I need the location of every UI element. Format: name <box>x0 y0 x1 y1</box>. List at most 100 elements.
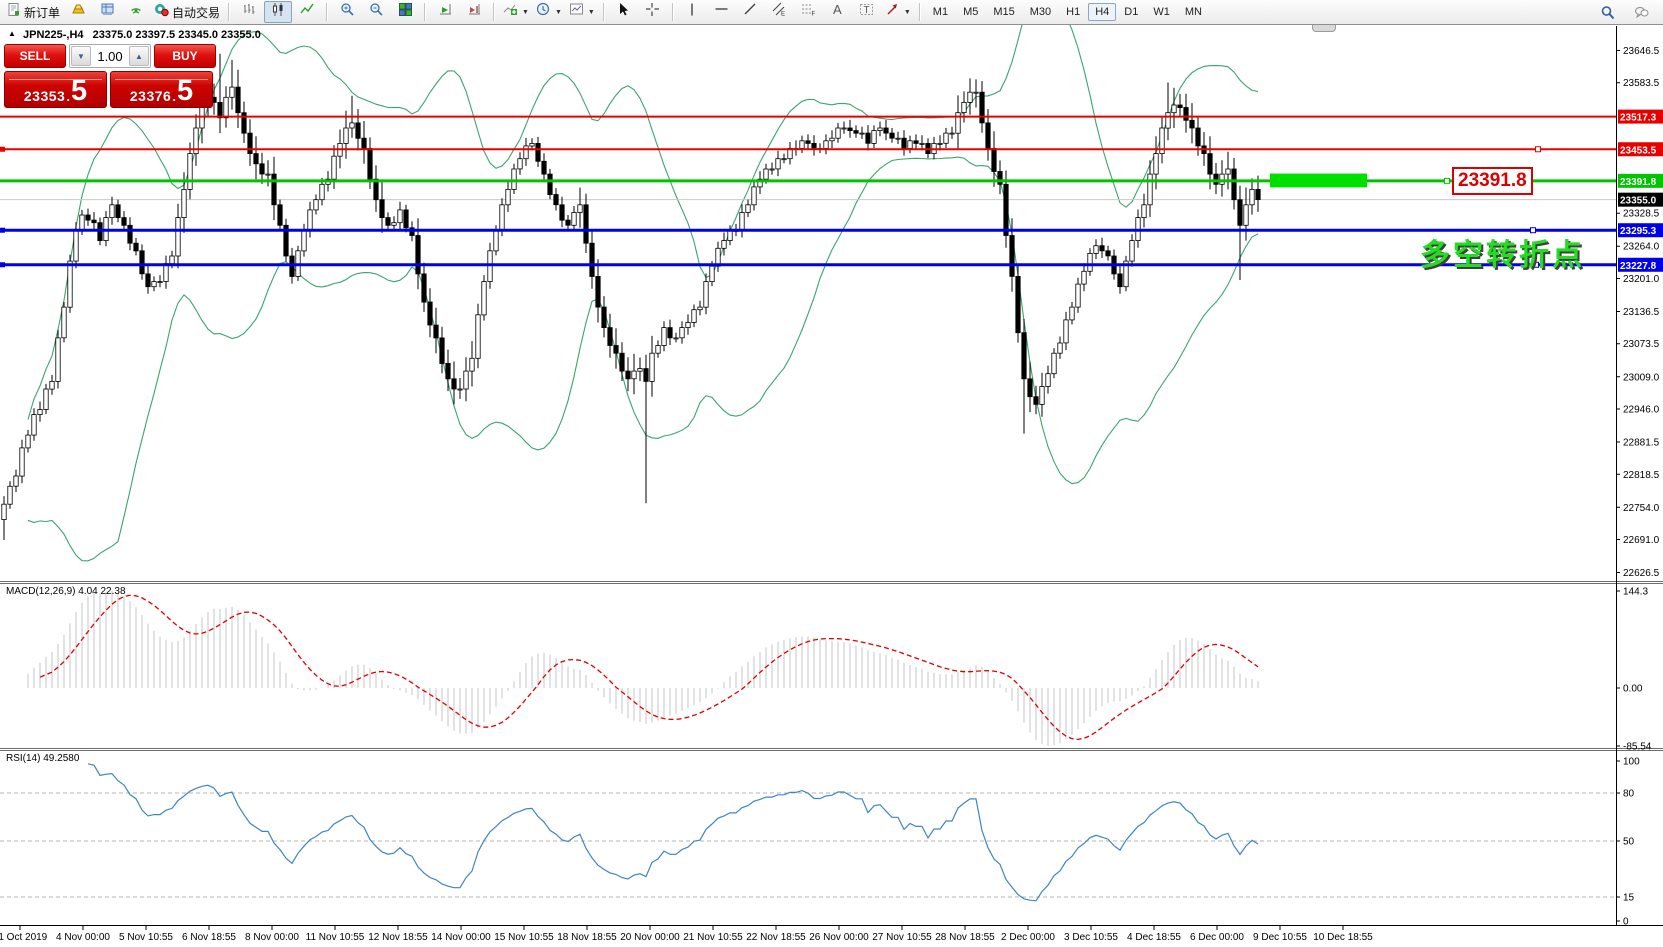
toolbar-separator <box>603 3 605 21</box>
fibonacci-button[interactable]: F <box>795 1 823 23</box>
ask-price-box[interactable]: 23376 . 5 <box>110 71 213 108</box>
signal-button[interactable] <box>122 1 150 23</box>
market-watch-button[interactable] <box>93 1 121 23</box>
crosshair-button[interactable] <box>639 1 667 23</box>
svg-text:23355.0: 23355.0 <box>1620 196 1657 207</box>
dropdown-caret-icon: ▼ <box>522 9 529 16</box>
chart-canvas[interactable]: 23646.523583.523328.523264.023201.023136… <box>0 0 1663 947</box>
svg-text:23517.3: 23517.3 <box>1620 113 1657 124</box>
svg-text:2 Dec 00:00: 2 Dec 00:00 <box>1001 932 1055 943</box>
buy-button[interactable]: BUY <box>154 44 216 68</box>
svg-text:E: E <box>781 12 785 18</box>
line-chart-icon <box>300 2 315 22</box>
signal-icon <box>129 2 144 22</box>
dropdown-caret-icon: ▼ <box>588 9 595 16</box>
volume-value[interactable]: 1.00 <box>92 45 128 67</box>
svg-text:22946.0: 22946.0 <box>1623 405 1660 416</box>
timeframe-mn[interactable]: MN <box>1178 3 1209 21</box>
tile-windows-icon <box>398 2 413 22</box>
svg-text:23009.0: 23009.0 <box>1623 372 1660 383</box>
gold-bar-button[interactable] <box>64 1 92 23</box>
timeframe-w1[interactable]: W1 <box>1146 3 1177 21</box>
svg-text:80: 80 <box>1623 789 1635 800</box>
svg-text:31 Oct 2019: 31 Oct 2019 <box>0 932 48 943</box>
tile-windows-button[interactable] <box>391 1 419 23</box>
chart-shift-button[interactable] <box>460 1 488 23</box>
toolbar-separator <box>493 3 495 21</box>
new-order-button[interactable]: 新订单 <box>3 1 63 23</box>
timeframe-m15[interactable]: M15 <box>986 3 1021 21</box>
timeframe-h1[interactable]: H1 <box>1059 3 1087 21</box>
svg-text:23646.5: 23646.5 <box>1623 46 1660 57</box>
svg-text:F: F <box>812 12 816 18</box>
svg-text:23264.0: 23264.0 <box>1623 242 1660 253</box>
timeframe-h4[interactable]: H4 <box>1088 3 1116 21</box>
turning-point-note[interactable]: 多空转折点 <box>1420 230 1585 274</box>
auto-scroll-icon <box>438 2 453 22</box>
timeframe-m1[interactable]: M1 <box>926 3 955 21</box>
indicators-icon <box>503 2 518 22</box>
ohlc-values: 23375.0 23397.5 23345.0 23355.0 <box>93 29 261 41</box>
svg-text:21 Nov 10:55: 21 Nov 10:55 <box>683 932 743 943</box>
fibonacci-icon: F <box>801 2 816 22</box>
svg-text:T: T <box>864 5 870 16</box>
collapse-arrow-icon[interactable]: ▲ <box>8 29 16 38</box>
volume-decrease-button[interactable]: ▼ <box>71 46 91 66</box>
toolbar-right-group <box>1593 1 1655 23</box>
price-tag-label[interactable]: 23391.8 <box>1452 167 1533 195</box>
gold-bar-icon <box>71 2 86 22</box>
svg-text:23453.5: 23453.5 <box>1620 145 1657 156</box>
vertical-line-button[interactable] <box>679 1 707 23</box>
svg-text:4 Nov 00:00: 4 Nov 00:00 <box>56 932 110 943</box>
timeframe-d1[interactable]: D1 <box>1117 3 1145 21</box>
svg-text:23583.5: 23583.5 <box>1623 78 1660 89</box>
main-toolbar: 新订单 自动交易 ▼ ▼ ▼ E F A T ▼ M1M5M15M30H1H4D1W1MN <box>0 0 1663 25</box>
svg-text:0: 0 <box>1623 917 1629 928</box>
svg-text:23227.8: 23227.8 <box>1620 261 1657 272</box>
horizontal-line-icon <box>714 2 729 22</box>
toolbar-button-label: 自动交易 <box>172 4 220 21</box>
text-label-icon: T <box>859 2 874 22</box>
trendline-button[interactable] <box>737 1 765 23</box>
indicators-button[interactable]: ▼ <box>500 1 532 23</box>
svg-text:10 Dec 18:55: 10 Dec 18:55 <box>1313 932 1373 943</box>
autotrade-button[interactable]: 自动交易 <box>151 1 223 23</box>
candlestick-icon <box>271 2 286 22</box>
cursor-icon <box>616 2 631 22</box>
dropdown-caret-icon: ▼ <box>904 9 911 16</box>
search-button[interactable] <box>1593 1 1621 23</box>
periods-button[interactable]: ▼ <box>533 1 565 23</box>
chart-header: ▲ JPN225-,H4 23375.0 23397.5 23345.0 233… <box>8 29 261 41</box>
bid-price-box[interactable]: 23353 . 5 <box>4 71 107 108</box>
chat-button[interactable] <box>1627 1 1655 23</box>
chart-shift-icon <box>467 2 482 22</box>
text-label-button[interactable]: T <box>853 1 881 23</box>
bid-price-main: 23353 <box>24 88 65 104</box>
equidistant-channel-button[interactable]: E <box>766 1 794 23</box>
svg-text:-85.54: -85.54 <box>1623 742 1652 753</box>
bar-chart-button[interactable] <box>235 1 263 23</box>
timeframe-m5[interactable]: M5 <box>956 3 985 21</box>
arrows-button[interactable]: ▼ <box>882 1 914 23</box>
dropdown-caret-icon: ▼ <box>555 9 562 16</box>
sell-button[interactable]: SELL <box>4 44 66 68</box>
panel-pull-tab[interactable] <box>1312 25 1336 32</box>
templates-button[interactable]: ▼ <box>566 1 598 23</box>
svg-text:26 Nov 00:00: 26 Nov 00:00 <box>809 932 869 943</box>
cursor-button[interactable] <box>610 1 638 23</box>
auto-scroll-button[interactable] <box>431 1 459 23</box>
zoom-out-button[interactable] <box>362 1 390 23</box>
candlestick-button[interactable] <box>264 1 292 23</box>
volume-increase-button[interactable]: ▲ <box>129 46 149 66</box>
crosshair-icon <box>645 2 660 22</box>
arrows-icon <box>885 2 900 22</box>
autotrade-icon <box>154 2 169 22</box>
bar-chart-icon <box>242 2 257 22</box>
timeframe-m30[interactable]: M30 <box>1023 3 1058 21</box>
zoom-in-button[interactable] <box>333 1 361 23</box>
svg-text:20 Nov 00:00: 20 Nov 00:00 <box>620 932 680 943</box>
svg-text:22754.0: 22754.0 <box>1623 503 1660 514</box>
line-chart-button[interactable] <box>293 1 321 23</box>
text-button[interactable]: A <box>824 1 852 23</box>
horizontal-line-button[interactable] <box>708 1 736 23</box>
